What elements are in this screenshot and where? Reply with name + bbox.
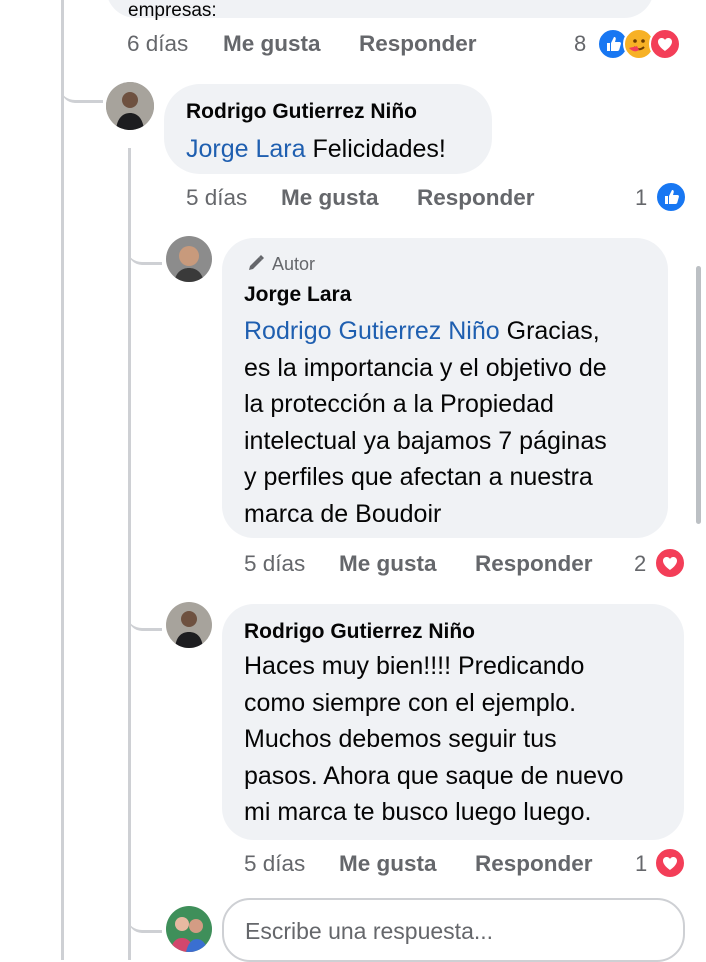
comment-text: empresas: <box>128 0 217 21</box>
comment-time[interactable]: 6 días <box>127 31 188 57</box>
comment-author[interactable]: Rodrigo Gutierrez Niño <box>244 620 475 644</box>
author-badge: Autor <box>246 253 315 278</box>
reply-input[interactable]: Escribe una respuesta... <box>222 898 685 962</box>
comment-time[interactable]: 5 días <box>244 851 305 877</box>
like-link[interactable]: Me gusta <box>339 851 437 877</box>
comment-time[interactable]: 5 días <box>186 185 247 211</box>
comment-time[interactable]: 5 días <box>244 551 305 577</box>
reply-link[interactable]: Responder <box>359 31 477 57</box>
avatar[interactable] <box>166 602 212 648</box>
thread-connector <box>128 900 162 933</box>
reply-link[interactable]: Responder <box>475 851 593 877</box>
love-icon[interactable] <box>649 28 681 60</box>
reply-link[interactable]: Responder <box>417 185 535 211</box>
thread-line-outer <box>61 0 64 960</box>
mention-link[interactable]: Jorge Lara <box>186 135 306 163</box>
thread-connector <box>128 598 162 631</box>
comment-author[interactable]: Jorge Lara <box>244 283 351 307</box>
thread-line-inner <box>128 148 131 960</box>
mention-link[interactable]: Rodrigo Gutierrez Niño <box>244 317 500 345</box>
thread-connector <box>61 70 103 103</box>
reaction-count[interactable]: 1 <box>635 185 647 211</box>
comment-text: Rodrigo Gutierrez Niño Gracias, es la im… <box>244 317 607 528</box>
reply-link[interactable]: Responder <box>475 551 593 577</box>
love-icon[interactable] <box>654 847 686 879</box>
reaction-count[interactable]: 1 <box>635 851 647 877</box>
thread-connector <box>128 232 162 265</box>
love-icon[interactable] <box>654 547 686 579</box>
like-link[interactable]: Me gusta <box>339 551 437 577</box>
like-link[interactable]: Me gusta <box>223 31 321 57</box>
reaction-count[interactable]: 8 <box>574 31 586 57</box>
like-link[interactable]: Me gusta <box>281 185 379 211</box>
like-icon[interactable] <box>655 181 687 213</box>
comment-text: Haces muy bien!!!! Predicando como siemp… <box>244 652 624 826</box>
comment-author[interactable]: Rodrigo Gutierrez Niño <box>186 100 417 124</box>
scrollbar-thumb[interactable] <box>696 266 701 524</box>
avatar[interactable] <box>106 82 154 130</box>
comment-text: Jorge Lara Felicidades! <box>186 135 446 163</box>
pencil-icon <box>246 253 266 278</box>
reply-placeholder: Escribe una respuesta... <box>245 918 494 944</box>
avatar[interactable] <box>166 906 212 952</box>
reaction-count[interactable]: 2 <box>634 551 646 577</box>
avatar[interactable] <box>166 236 212 282</box>
